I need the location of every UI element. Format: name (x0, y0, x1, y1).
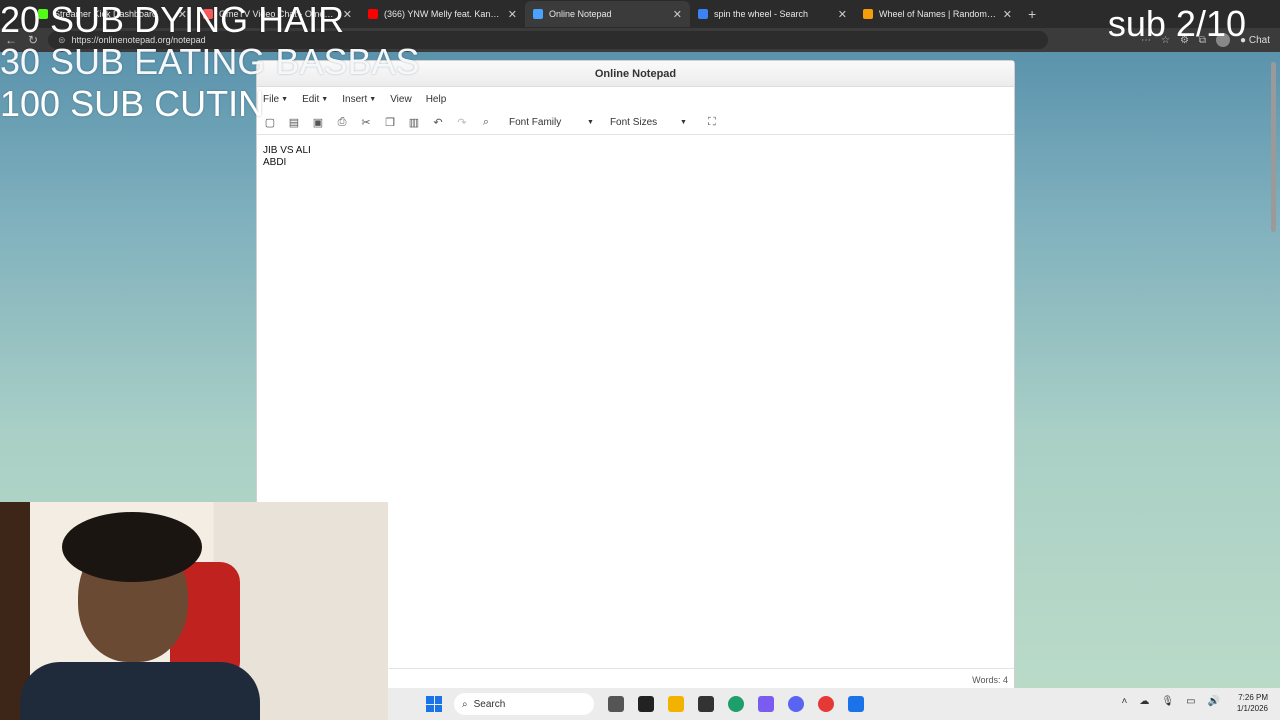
page-scrollbar[interactable] (1271, 62, 1276, 232)
discord-icon[interactable] (788, 696, 804, 712)
menu-view[interactable]: View (390, 94, 412, 105)
obs-icon[interactable] (818, 696, 834, 712)
word-count: Words: 4 (972, 675, 1008, 685)
clock-date: 1/1/2026 (1236, 704, 1268, 713)
tab-title: Online Notepad (549, 9, 612, 19)
webcam-feed (0, 502, 388, 720)
open-file-icon[interactable]: ▤ (287, 116, 301, 130)
chevron-down-icon: ▼ (321, 95, 329, 103)
close-tab-icon[interactable]: ✕ (1003, 8, 1012, 21)
status-divider (389, 668, 1014, 669)
menu-file[interactable]: File ▼ (263, 94, 288, 105)
close-tab-icon[interactable]: ✕ (508, 8, 517, 21)
copy-icon[interactable]: ❐ (383, 116, 397, 130)
tab-favicon-icon (863, 9, 873, 19)
taskbar-search[interactable]: ⌕ Search (454, 693, 594, 715)
word-icon[interactable] (638, 696, 654, 712)
close-tab-icon[interactable]: ✕ (343, 8, 352, 21)
notepad-text-area[interactable]: JIB VS ALI ABDI (257, 135, 1014, 179)
windows-taskbar: ⌕ Search ˄ ☁ 🎙 ▭ 🔊 7:26 PM 1/1/2026 (388, 688, 1280, 720)
taskbar-search-label: Search (473, 698, 506, 710)
tab-title: Wheel of Names | Random name picker (879, 9, 997, 19)
store-icon[interactable] (698, 696, 714, 712)
microphone-icon[interactable]: 🎙 (1161, 696, 1174, 707)
menu-label: Edit (302, 93, 320, 105)
menu-label: Help (425, 93, 447, 105)
edge-icon[interactable] (728, 696, 744, 712)
browser-tab[interactable]: Wheel of Names | Random name picker ✕ (855, 1, 1020, 27)
onedrive-icon[interactable]: ☁ (1139, 696, 1149, 707)
app-window-icon[interactable] (848, 696, 864, 712)
close-tab-icon[interactable]: ✕ (673, 8, 682, 21)
chat-label: Chat (1248, 34, 1270, 46)
tab-favicon-icon (368, 9, 378, 19)
chevron-down-icon: ▼ (587, 119, 594, 126)
sub-counter: sub 2/10 (1107, 3, 1246, 44)
tab-favicon-icon (533, 9, 543, 19)
tab-favicon-icon (698, 9, 708, 19)
overlay-goal-1: 20 SUB DYING HAIR (0, 0, 345, 40)
browser-tab[interactable]: Online Notepad ✕ (525, 1, 690, 27)
notepad-menu-bar: File ▼ Edit ▼ Insert ▼ View Help (257, 87, 1014, 111)
font-sizes-dropdown[interactable]: Font Sizes ▼ (610, 117, 687, 128)
fullscreen-icon[interactable]: ⛶ (705, 116, 719, 130)
text-line: ABDI (263, 157, 287, 168)
webcam-person-body (20, 662, 260, 720)
browser-tab[interactable]: spin the wheel - Search ✕ (690, 1, 855, 27)
menu-label: File (263, 93, 280, 105)
tab-title: (366) YNW Melly feat. Kanye West (384, 9, 502, 19)
close-tab-icon[interactable]: ✕ (838, 8, 847, 21)
font-family-dropdown[interactable]: Font Family ▼ (509, 117, 594, 128)
tab-title: spin the wheel - Search (714, 9, 809, 19)
paste-icon[interactable]: ▥ (407, 116, 421, 130)
menu-label: View (390, 93, 412, 105)
save-icon[interactable]: ▣ (311, 116, 325, 130)
chevron-down-icon: ▼ (369, 95, 377, 103)
copilot-icon[interactable] (758, 696, 774, 712)
task-view-icon[interactable] (608, 696, 624, 712)
tray-chevron-icon[interactable]: ˄ (1122, 696, 1128, 707)
clock-time: 7:26 PM (1238, 693, 1268, 702)
chevron-down-icon: ▼ (679, 119, 687, 126)
redo-icon[interactable]: ↷ (455, 116, 469, 130)
menu-insert[interactable]: Insert ▼ (342, 94, 376, 105)
font-sizes-label: Font Sizes (609, 117, 658, 128)
webcam-person-hair (62, 512, 202, 582)
chevron-down-icon: ▼ (281, 95, 289, 103)
cut-icon[interactable]: ✂ (359, 116, 373, 130)
text-line: JIB VS ALI (263, 145, 311, 156)
search-icon: ⌕ (462, 698, 468, 710)
new-file-icon[interactable]: ▢ (263, 116, 277, 130)
notepad-toolbar: ▢ ▤ ▣ ⎙ ✂ ❐ ▥ ↶ ↷ ⌕ Font Family ▼ Font S… (257, 111, 1014, 135)
overlay-goal-2: 30 SUB EATING BASBAS (0, 41, 420, 82)
find-icon[interactable]: ⌕ (479, 116, 493, 130)
volume-icon[interactable]: 🔊 (1208, 696, 1220, 707)
taskbar-clock[interactable]: 7:26 PM 1/1/2026 (1237, 692, 1268, 714)
menu-label: Insert (342, 93, 368, 105)
new-tab-icon[interactable]: + (1028, 6, 1036, 22)
menu-edit[interactable]: Edit ▼ (302, 94, 328, 105)
undo-icon[interactable]: ↶ (431, 116, 445, 130)
file-explorer-icon[interactable] (668, 696, 684, 712)
network-icon[interactable]: ▭ (1186, 696, 1195, 707)
windows-start-icon[interactable] (426, 696, 442, 712)
font-family-label: Font Family (509, 117, 562, 128)
menu-help[interactable]: Help (426, 94, 447, 105)
print-icon[interactable]: ⎙ (335, 116, 349, 130)
browser-tab[interactable]: (366) YNW Melly feat. Kanye West ✕ (360, 1, 525, 27)
overlay-goal-3: 100 SUB CUTIN (0, 83, 265, 124)
